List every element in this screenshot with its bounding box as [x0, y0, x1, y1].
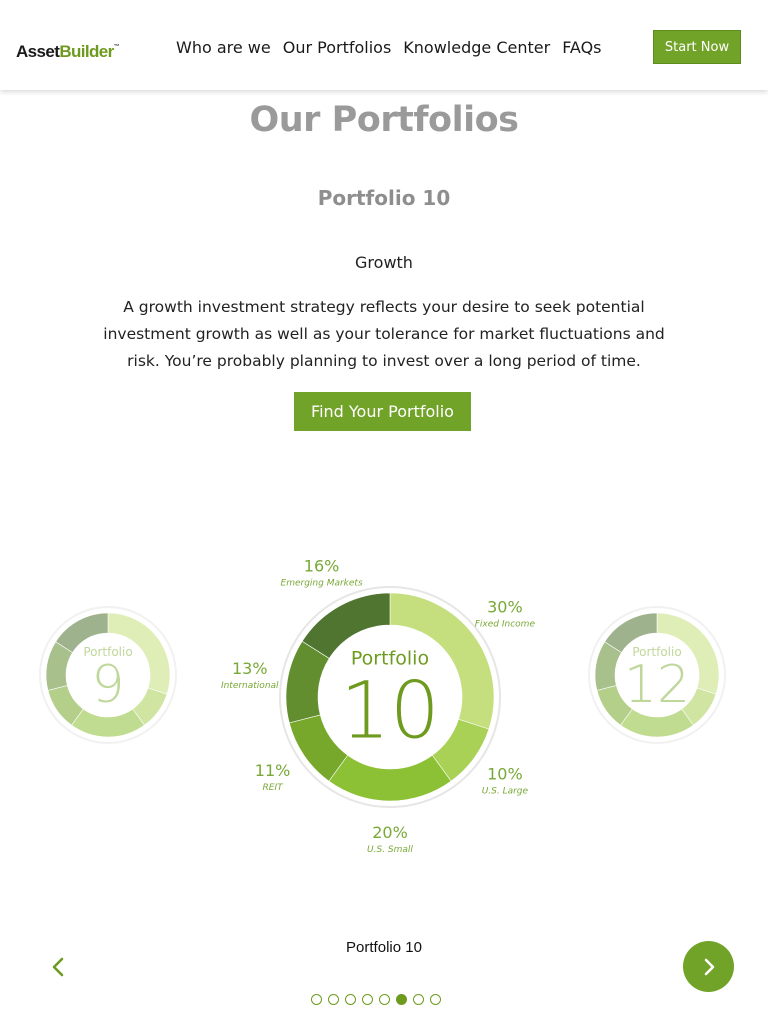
- slice-label-u-s-large: 10% U.S. Large: [482, 764, 529, 796]
- slice-percent: 11%: [255, 761, 291, 780]
- nav-who-are-we[interactable]: Who are we: [176, 38, 271, 57]
- nav-our-portfolios[interactable]: Our Portfolios: [283, 38, 392, 57]
- carousel-dot-8[interactable]: [430, 994, 441, 1005]
- portfolio-12-donut[interactable]: Portfolio12: [588, 606, 726, 744]
- slice-name: Emerging Markets: [281, 579, 363, 589]
- slice-label-u-s-small: 20% U.S. Small: [367, 823, 413, 855]
- assetbuilder-logo[interactable]: AssetBuilder™: [16, 42, 120, 62]
- page-title: Our Portfolios: [249, 100, 519, 140]
- portfolio-heading: Portfolio 10: [317, 186, 451, 210]
- slice-label-reit: 11% REIT: [255, 761, 291, 793]
- chevron-right-icon: [704, 958, 714, 975]
- portfolio-10-center-number: 10: [340, 667, 439, 757]
- logo-text-builder: Builder: [59, 42, 114, 61]
- carousel-dot-6[interactable]: [396, 994, 407, 1005]
- carousel-pagination: [311, 994, 441, 1005]
- portfolio-carousel-chart[interactable]: Portfolio9 Portfolio12 Portfolio1030% Fixed…: [0, 530, 768, 880]
- nav-knowledge-center[interactable]: Knowledge Center: [403, 38, 550, 57]
- slice-label-fixed-income: 30% Fixed Income: [475, 598, 536, 630]
- carousel-next-button[interactable]: [683, 941, 734, 992]
- carousel-dot-4[interactable]: [362, 994, 373, 1005]
- portfolio-10-donut[interactable]: Portfolio10: [279, 586, 501, 808]
- slice-name: U.S. Small: [367, 845, 413, 855]
- slice-percent: 30%: [487, 598, 523, 617]
- carousel-dot-7[interactable]: [413, 994, 424, 1005]
- strategy-description: A growth investment strategy reflects yo…: [103, 298, 665, 370]
- slice-name: U.S. Large: [482, 786, 529, 796]
- slice-name: REIT: [263, 783, 285, 793]
- slice-percent: 16%: [304, 557, 340, 576]
- slice-name: International: [221, 681, 279, 691]
- carousel-dot-3[interactable]: [345, 994, 356, 1005]
- find-your-portfolio-button[interactable]: Find Your Portfolio: [294, 392, 471, 431]
- portfolio-9-center-number: 9: [91, 655, 124, 715]
- carousel-prev-button[interactable]: [44, 952, 72, 982]
- carousel-dot-5[interactable]: [379, 994, 390, 1005]
- portfolio-12-center-number: 12: [624, 655, 690, 715]
- start-now-button[interactable]: Start Now: [653, 30, 741, 64]
- slice-label-international: 13% International: [221, 659, 279, 691]
- strategy-label: Growth: [355, 253, 413, 272]
- site-header: AssetBuilder™ Who are we Our Portfolios …: [0, 0, 768, 90]
- nav-faqs[interactable]: FAQs: [562, 38, 601, 57]
- logo-text-asset: Asset: [16, 42, 60, 61]
- portfolio-9-donut[interactable]: Portfolio9: [39, 606, 177, 744]
- carousel-caption: Portfolio 10: [346, 939, 422, 956]
- logo-trademark: ™: [113, 44, 120, 51]
- slice-name: Fixed Income: [475, 620, 536, 630]
- main-nav: Who are we Our Portfolios Knowledge Cent…: [176, 38, 602, 57]
- carousel-dot-2[interactable]: [328, 994, 339, 1005]
- carousel-dot-1[interactable]: [311, 994, 322, 1005]
- slice-percent: 10%: [487, 764, 523, 783]
- slice-label-emerging-markets: 16% Emerging Markets: [281, 557, 363, 589]
- slice-percent: 13%: [232, 659, 268, 678]
- chevron-left-icon: [52, 957, 64, 977]
- slice-percent: 20%: [372, 823, 408, 842]
